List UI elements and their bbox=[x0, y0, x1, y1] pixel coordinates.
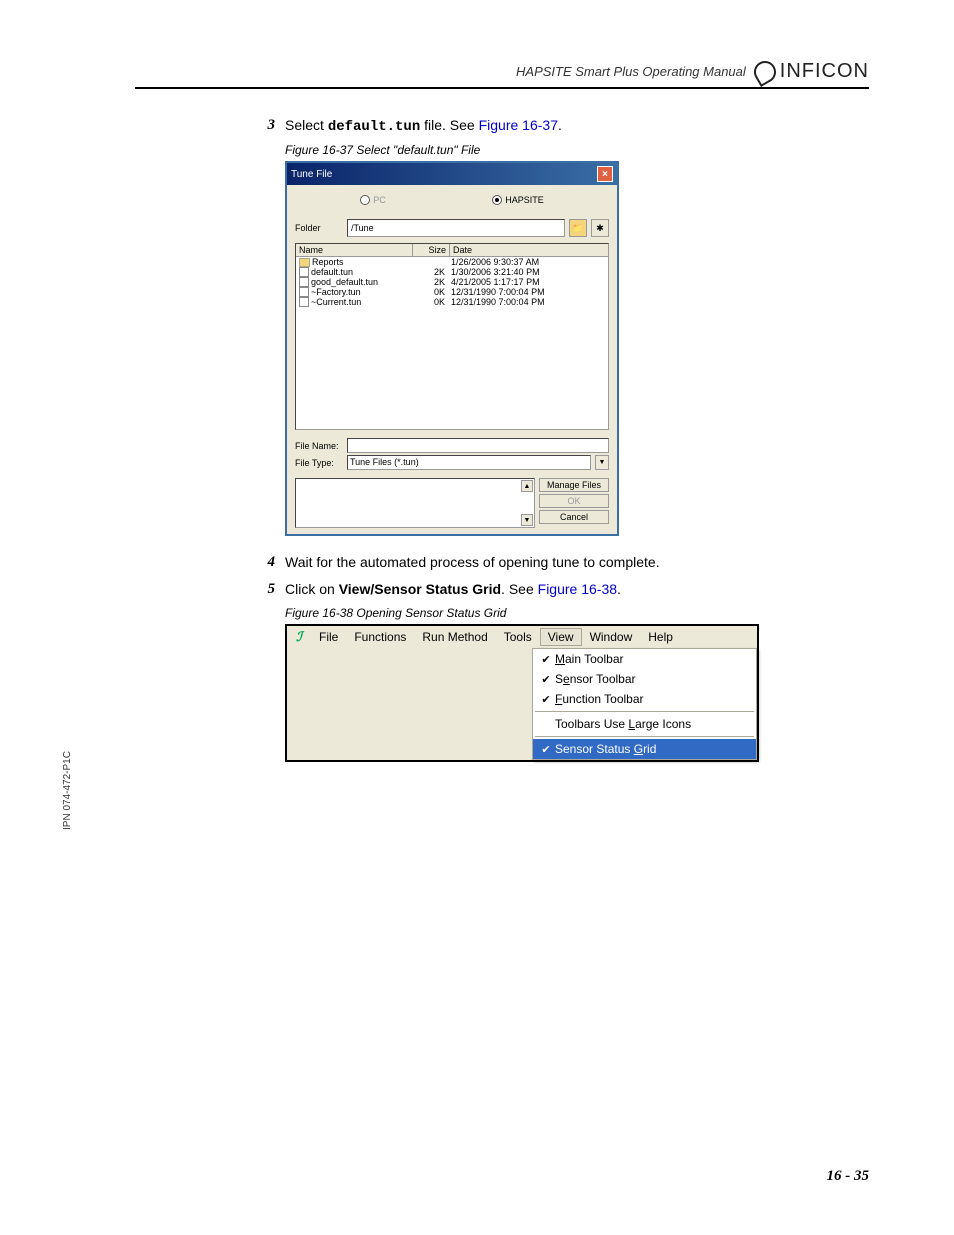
menu-window[interactable]: Window bbox=[582, 628, 641, 646]
dd-sensor-status-grid[interactable]: ✔ Sensor Status Grid bbox=[533, 739, 756, 759]
dd-sensor-toolbar[interactable]: ✔ Sensor Toolbar bbox=[533, 669, 756, 689]
step-4: 4 Wait for the automated process of open… bbox=[255, 554, 869, 571]
col-size[interactable]: Size bbox=[413, 244, 450, 256]
side-ipn-label: IPN 074-472-P1C bbox=[62, 751, 73, 830]
figure-link[interactable]: Figure 16-37 bbox=[479, 117, 558, 133]
file-icon bbox=[299, 287, 309, 297]
check-icon: ✔ bbox=[537, 653, 555, 666]
col-date[interactable]: Date bbox=[450, 244, 608, 256]
menu-run-method[interactable]: Run Method bbox=[414, 628, 495, 646]
menu-view[interactable]: View bbox=[540, 628, 582, 646]
dd-large-icons[interactable]: Toolbars Use Large Icons bbox=[533, 714, 756, 734]
menubar: ℐ File Functions Run Method Tools View W… bbox=[287, 626, 757, 648]
manage-files-button[interactable]: Manage Files bbox=[539, 478, 609, 492]
filetype-select[interactable]: Tune Files (*.tun) bbox=[347, 455, 591, 470]
cancel-button[interactable]: Cancel bbox=[539, 510, 609, 524]
step-number: 5 bbox=[255, 581, 275, 598]
file-row[interactable]: good_default.tun2K4/21/2005 1:17:17 PM bbox=[296, 277, 608, 287]
file-row[interactable]: Reports1/26/2006 9:30:37 AM bbox=[296, 257, 608, 267]
tune-file-dialog: Tune File × PC HAPSITE Folder /Tune 📁 ✱ bbox=[285, 161, 619, 536]
radio-pc[interactable]: PC bbox=[360, 195, 386, 205]
step-text: Select default.tun file. See Figure 16-3… bbox=[285, 117, 869, 135]
dialog-bottom: File Name: File Type: Tune Files (*.tun)… bbox=[287, 432, 617, 476]
radio-icon bbox=[492, 195, 502, 205]
view-dropdown: ✔ Main Toolbar ✔ Sensor Toolbar ✔ Functi… bbox=[532, 648, 757, 760]
check-icon: ✔ bbox=[537, 673, 555, 686]
file-list[interactable]: Name Size Date Reports1/26/2006 9:30:37 … bbox=[295, 243, 609, 430]
brand-text: INFICON bbox=[780, 60, 869, 83]
step-3: 3 Select default.tun file. See Figure 16… bbox=[255, 117, 869, 135]
step-text: Wait for the automated process of openin… bbox=[285, 554, 869, 571]
filename-label: File Name: bbox=[295, 441, 343, 451]
file-icon bbox=[299, 297, 309, 307]
folder-input[interactable]: /Tune bbox=[347, 219, 565, 237]
logo-swirl-icon bbox=[750, 56, 780, 86]
page-number: 16 - 35 bbox=[827, 1168, 870, 1185]
file-row[interactable]: ~Current.tun0K12/31/1990 7:00:04 PM bbox=[296, 297, 608, 307]
folder-label: Folder bbox=[295, 223, 343, 233]
filename-input[interactable] bbox=[347, 438, 609, 453]
col-name[interactable]: Name bbox=[296, 244, 413, 256]
step-number: 4 bbox=[255, 554, 275, 571]
menu-functions[interactable]: Functions bbox=[346, 628, 414, 646]
file-icon bbox=[299, 267, 309, 277]
dialog-titlebar: Tune File × bbox=[287, 163, 617, 185]
file-row[interactable]: default.tun2K1/30/2006 3:21:40 PM bbox=[296, 267, 608, 277]
scroll-down-icon[interactable]: ▼ bbox=[521, 514, 533, 526]
ok-button[interactable]: OK bbox=[539, 494, 609, 508]
close-icon[interactable]: × bbox=[597, 166, 613, 182]
step-5: 5 Click on View/Sensor Status Grid. See … bbox=[255, 581, 869, 598]
app-icon: ℐ bbox=[291, 629, 307, 645]
scroll-up-icon[interactable]: ▲ bbox=[521, 480, 533, 492]
step-text: Click on View/Sensor Status Grid. See Fi… bbox=[285, 581, 869, 598]
dd-function-toolbar[interactable]: ✔ Function Toolbar bbox=[533, 689, 756, 709]
check-icon: ✔ bbox=[537, 693, 555, 706]
separator bbox=[535, 736, 754, 737]
figure-37-caption: Figure 16-37 Select "default.tun" File bbox=[285, 143, 869, 157]
check-icon: ✔ bbox=[537, 743, 555, 756]
location-radio-group: PC HAPSITE bbox=[287, 185, 617, 215]
folder-row: Folder /Tune 📁 ✱ bbox=[287, 215, 617, 241]
figure-38-caption: Figure 16-38 Opening Sensor Status Grid bbox=[285, 606, 869, 620]
radio-hapsite[interactable]: HAPSITE bbox=[492, 195, 544, 205]
menu-help[interactable]: Help bbox=[640, 628, 681, 646]
manual-title: HAPSITE Smart Plus Operating Manual bbox=[516, 64, 746, 79]
menu-tools[interactable]: Tools bbox=[496, 628, 540, 646]
file-row[interactable]: ~Factory.tun0K12/31/1990 7:00:04 PM bbox=[296, 287, 608, 297]
menu-file[interactable]: File bbox=[311, 628, 346, 646]
figure-link[interactable]: Figure 16-38 bbox=[538, 581, 617, 597]
brand-logo: INFICON bbox=[754, 60, 869, 83]
new-folder-icon[interactable]: ✱ bbox=[591, 219, 609, 237]
file-list-header: Name Size Date bbox=[296, 244, 608, 257]
file-icon bbox=[299, 277, 309, 287]
page-header: HAPSITE Smart Plus Operating Manual INFI… bbox=[135, 60, 869, 89]
dialog-title-text: Tune File bbox=[291, 169, 332, 180]
radio-icon bbox=[360, 195, 370, 205]
dd-main-toolbar[interactable]: ✔ Main Toolbar bbox=[533, 649, 756, 669]
preview-box: ▲ ▼ bbox=[295, 478, 535, 528]
folder-icon bbox=[299, 258, 310, 267]
filetype-label: File Type: bbox=[295, 458, 343, 468]
dropdown-arrow-icon[interactable]: ▼ bbox=[595, 455, 609, 470]
menu-screenshot: ℐ File Functions Run Method Tools View W… bbox=[285, 624, 759, 762]
up-folder-icon[interactable]: 📁 bbox=[569, 219, 587, 237]
separator bbox=[535, 711, 754, 712]
step-number: 3 bbox=[255, 117, 275, 135]
